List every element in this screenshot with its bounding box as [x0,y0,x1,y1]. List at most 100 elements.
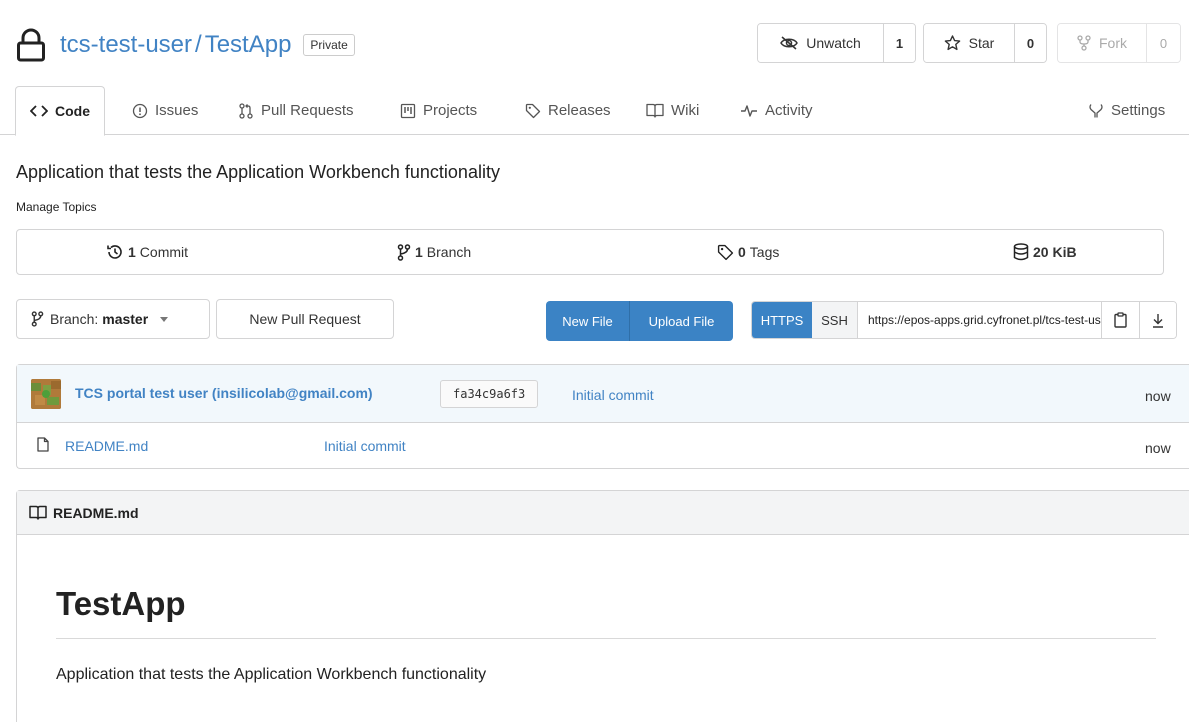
readme-header: README.md [17,491,1189,535]
commits-stat[interactable]: 1 Commit [106,230,188,274]
tab-projects-label: Projects [423,102,478,119]
branches-label: Branch [426,244,472,260]
watch-count[interactable]: 1 [883,24,915,62]
avatar[interactable] [31,379,61,409]
star-label: Star [968,35,995,51]
fork-count[interactable]: 0 [1146,24,1180,62]
tab-releases[interactable]: Releases [525,86,611,135]
clipboard-icon [1114,312,1127,328]
list-item: README.md Initial commit now [17,423,1189,469]
branch-name: master [102,311,149,327]
tab-code[interactable]: Code [15,86,105,136]
readme-body: Application that tests the Application W… [56,666,487,683]
upload-file-button[interactable]: Upload File [629,301,733,341]
tab-issues-label: Issues [155,102,199,119]
file-commit-message-link[interactable]: Initial commit [324,438,406,454]
book-icon [646,103,671,118]
new-pull-request-button[interactable]: New Pull Request [216,299,394,339]
readme-panel: README.md TestApp Application that tests… [16,490,1189,722]
clone-https-button[interactable]: HTTPS [752,302,812,338]
branches-stat[interactable]: 1 Branch [397,230,471,274]
file-name-link[interactable]: README.md [65,438,148,454]
branch-dropdown[interactable]: Branch: master [16,299,210,339]
clone-url-input[interactable]: https://epos-apps.grid.cyfronet.pl/tcs-t… [858,302,1102,338]
project-board-icon [400,103,423,119]
pulse-icon [740,104,765,118]
repo-owner-link[interactable]: tcs-test-user [60,31,192,59]
tools-icon [1088,103,1111,119]
file-commit-time: now [1145,440,1171,456]
tags-label: Tags [749,244,780,260]
unwatch-button[interactable]: Unwatch [758,24,883,62]
pull-request-icon [238,102,261,119]
issue-icon [132,103,155,119]
tags-count: 0 [738,244,746,260]
history-icon [106,243,128,261]
star-count[interactable]: 0 [1014,24,1046,62]
commits-label: Commit [139,244,189,260]
unwatch-label: Unwatch [806,35,861,51]
watch-group: Unwatch 1 [757,23,916,63]
star-icon [944,35,969,51]
tab-settings-label: Settings [1111,102,1166,119]
branches-count: 1 [415,244,423,260]
caret-down-icon [160,316,169,322]
tab-settings[interactable]: Settings [1088,86,1165,135]
tab-activity[interactable]: Activity [740,86,813,135]
tab-releases-label: Releases [548,102,611,119]
tab-code-label: Code [55,103,90,119]
tab-pull-requests[interactable]: Pull Requests [238,86,354,135]
tab-activity-label: Activity [765,102,813,119]
book-icon [29,505,53,520]
tab-wiki[interactable]: Wiki [646,86,699,135]
branch-prefix: Branch: [50,311,99,327]
commit-author-link[interactable]: TCS portal test user (insilicolab@gmail.… [75,385,373,401]
repo-description: Application that tests the Application W… [16,162,500,182]
readme-heading: TestApp [56,585,186,622]
new-file-button[interactable]: New File [546,301,629,341]
tab-issues[interactable]: Issues [132,86,198,135]
branch-icon [397,243,415,261]
readme-filename: README.md [53,504,139,521]
copy-url-button[interactable] [1102,302,1140,338]
repo-size: 20 KiB [1033,244,1077,260]
fork-group: Fork 0 [1057,23,1181,63]
tab-wiki-label: Wiki [671,102,700,119]
tag-icon [717,244,738,261]
database-icon [1013,243,1033,261]
manage-topics-link[interactable]: Manage Topics [16,200,97,214]
repo-header: tcs-test-user / TestApp Private [16,28,355,62]
clone-panel: HTTPS SSH https://epos-apps.grid.cyfrone… [751,301,1177,339]
fork-icon [1077,35,1099,51]
readme-divider [56,638,1156,639]
repo-separator: / [195,31,202,58]
commits-count: 1 [128,244,136,260]
code-icon [30,105,55,117]
latest-commit-bar: TCS portal test user (insilicolab@gmail.… [17,365,1189,423]
file-actions: New File Upload File [546,301,733,341]
fork-button[interactable]: Fork [1058,24,1146,62]
commit-time: now [1145,388,1171,404]
size-stat: 20 KiB [1013,230,1081,274]
star-group: Star 0 [923,23,1047,63]
branch-icon [31,311,44,327]
lock-icon [16,28,46,62]
tab-pull-requests-label: Pull Requests [261,102,354,119]
repo-stats-bar: 1 Commit 1 Branch 0 Tags 20 KiB [16,229,1164,275]
visibility-badge: Private [303,34,355,56]
download-button[interactable] [1140,302,1176,338]
tags-stat[interactable]: 0 Tags [717,230,779,274]
repo-name-link[interactable]: TestApp [205,31,292,59]
tab-projects[interactable]: Projects [400,86,477,135]
tag-icon [525,103,548,119]
file-list: TCS portal test user (insilicolab@gmail.… [16,364,1189,469]
commit-sha-button[interactable]: fa34c9a6f3 [440,380,539,408]
file-icon [37,437,49,452]
eye-slash-icon [780,36,806,50]
download-icon [1152,313,1164,328]
clone-ssh-button[interactable]: SSH [812,302,858,338]
commit-message-link[interactable]: Initial commit [572,387,654,403]
repo-tabs: Code Issues Pull Requests Projects Relea… [0,86,1189,136]
fork-label: Fork [1099,35,1127,51]
star-button[interactable]: Star [924,24,1014,62]
